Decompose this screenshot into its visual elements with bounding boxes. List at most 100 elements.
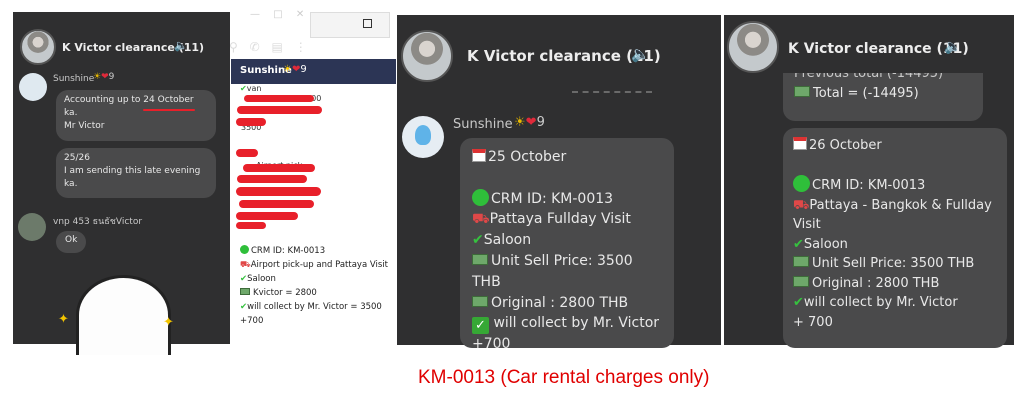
chat-window-right: K Victor clearance (11) 🔈 Previous total… — [724, 15, 1014, 348]
trip-line: ⛟Pattaya - Bangkok & Fullday Visit — [793, 197, 992, 233]
message-line: Mr Victor — [64, 121, 105, 131]
notes-icon[interactable]: ▤ — [272, 40, 283, 54]
speaker-icon[interactable]: 🔈 — [174, 39, 188, 52]
redaction-mark — [236, 149, 258, 157]
sender-name: Sunshine — [53, 74, 95, 84]
original-line: Original : 2800 THB — [472, 293, 662, 314]
phone-icon[interactable]: ✆ — [250, 40, 260, 54]
scroll-hint — [572, 91, 652, 97]
check-icon: ✔ — [793, 236, 804, 252]
message-line: Ok — [65, 235, 78, 245]
redaction-mark — [237, 175, 307, 183]
check-icon: ✔ — [472, 232, 484, 249]
money-icon — [240, 288, 250, 295]
trip-line: ⛟Airport pick-up and Pattaya Visit — [240, 260, 388, 270]
redaction-mark — [244, 95, 314, 102]
crm-line: CRM ID: KM-0013 — [793, 175, 997, 196]
money-icon — [472, 253, 488, 265]
collect-line: ✓ will collect by Mr. Victor — [472, 313, 662, 335]
message-bubble[interactable]: Ok — [56, 231, 86, 253]
avatar[interactable] — [20, 29, 56, 65]
maximize-icon[interactable]: □ — [273, 9, 282, 20]
sun-heart-icon: ☀❤9 — [283, 64, 307, 75]
message-bubble[interactable]: 25 October CRM ID: KM-0013 ⛟Pattaya Full… — [460, 138, 674, 352]
chat-title[interactable]: K Victor clearance (11) — [788, 41, 969, 57]
header-icons: ⚲ ✆ ▤ ⋮ — [229, 40, 307, 54]
message-body[interactable]: CRM ID: KM-0013 ⛟Airport pick-up and Pat… — [240, 244, 395, 328]
close-icon[interactable]: ✕ — [296, 9, 304, 20]
prev-total-line: Previous total (-14495) — [794, 73, 944, 81]
chat-window-left: K Victor clearance (11) 🔈 Sunshine ☀❤9 A… — [13, 12, 230, 355]
chat-window-middle: K Victor clearance (11) 🔈 Sunshine ☀❤9 2… — [397, 15, 721, 352]
diff-line: +700 — [472, 336, 511, 353]
date-line: 25 October — [472, 147, 662, 168]
message-card: Sunshine ☀❤9 ✔van 2800 3500 Airport pick… — [231, 59, 396, 344]
redaction-mark — [236, 187, 321, 196]
check-icon: ✔ — [793, 295, 804, 310]
collect-line: ✔will collect by Mr. Victor — [793, 295, 958, 310]
vehicle-line: ✔Saloon — [240, 274, 276, 284]
window-icon[interactable] — [363, 19, 372, 28]
window-titlebar — [13, 12, 230, 26]
green-dot-icon — [240, 245, 249, 254]
vehicle-line: ✔Saloon — [793, 236, 848, 252]
redaction-mark — [236, 222, 266, 229]
cost-line: Kvictor = 2800 — [240, 286, 395, 300]
top-text: van — [246, 84, 262, 93]
price-line: Unit Sell Price: 3500 THB — [793, 254, 997, 274]
message-bubble[interactable]: 26 October CRM ID: KM-0013 ⛟Pattaya - Ba… — [783, 128, 1007, 348]
sender-avatar[interactable] — [19, 73, 47, 101]
partial-text: ✔van — [240, 84, 262, 93]
money-icon — [793, 275, 809, 287]
trip-line: ⛟Pattaya Fullday Visit — [472, 211, 631, 228]
caption: KM-0013 (Car rental charges only) — [418, 367, 710, 388]
pin-icon — [415, 125, 431, 145]
message-line: I am sending this late evening — [64, 166, 201, 176]
avatar[interactable] — [401, 30, 453, 82]
message-bubble[interactable]: Previous total (-14495) Total = (-14495) — [783, 73, 983, 121]
diff-line: + 700 — [793, 314, 833, 330]
money-icon — [472, 295, 488, 307]
heart-count: 9 — [300, 64, 307, 75]
calendar-icon — [793, 137, 807, 150]
collect-line: ✔will collect by Mr. Victor = 3500 — [240, 302, 382, 312]
red-underline — [143, 109, 195, 111]
sender-avatar[interactable] — [18, 213, 46, 241]
price-line: Unit Sell Price: 3500 THB — [472, 252, 633, 290]
redaction-mark — [236, 212, 298, 220]
more-icon[interactable]: ⋮ — [295, 40, 307, 54]
redaction-mark — [239, 200, 314, 208]
window-controls: — □ ✕ — [250, 9, 304, 20]
sparkle-icon: ✦ — [58, 312, 69, 327]
message-bubble[interactable]: 25/26 I am sending this late evening ka. — [56, 148, 216, 198]
sender-name: vnp 453 ธนธัชVictor — [53, 217, 143, 227]
checkbox-icon: ✓ — [472, 317, 489, 335]
green-dot-icon — [472, 188, 489, 206]
sender-name: Sunshine — [453, 117, 513, 132]
diff-line: +700 — [240, 316, 264, 326]
message-bubble[interactable]: Accounting up to 24 October ka. Mr Victo… — [56, 90, 216, 141]
crm-line: CRM ID: KM-0013 — [472, 188, 662, 210]
message-line: ka. — [64, 179, 78, 189]
redaction-mark — [243, 164, 315, 172]
speaker-icon[interactable]: 🔈 — [944, 39, 961, 55]
sparkle-icon: ✦ — [163, 315, 174, 330]
speaker-icon[interactable]: 🔈 — [631, 45, 650, 63]
vehicle-line: ✔Saloon — [472, 232, 532, 249]
car-icon: ⛟ — [793, 197, 810, 213]
minimize-icon[interactable]: — — [250, 9, 260, 20]
sticker[interactable] — [76, 275, 171, 355]
search-icon[interactable]: ⚲ — [229, 40, 238, 54]
redaction-mark — [237, 106, 322, 114]
car-icon: ⛟ — [240, 260, 251, 270]
car-icon: ⛟ — [472, 211, 490, 228]
original-line: Original : 2800 THB — [793, 274, 997, 294]
money-icon — [793, 256, 809, 267]
avatar[interactable] — [727, 21, 779, 73]
total-line: Total = (-14495) — [794, 84, 972, 104]
crm-line: CRM ID: KM-0013 — [240, 244, 395, 258]
date-line: 26 October — [793, 136, 997, 156]
sun-heart-icon: ☀❤9 — [514, 115, 545, 130]
money-icon — [794, 86, 810, 97]
header-search-area — [310, 12, 390, 38]
